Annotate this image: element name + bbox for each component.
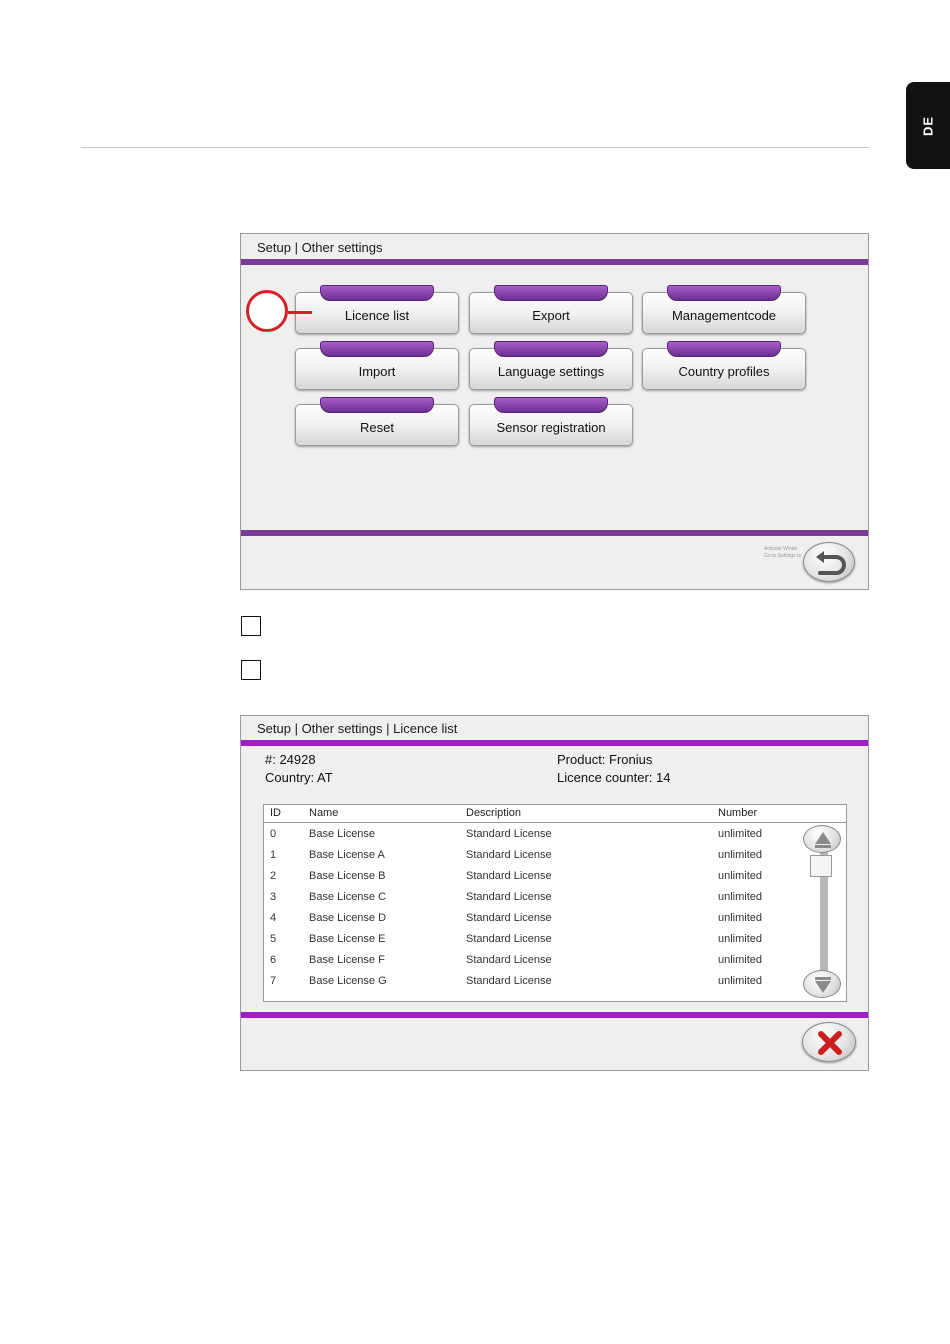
table-row[interactable]: 4 Base License D Standard License unlimi… <box>264 909 804 930</box>
licence-list-button[interactable]: Licence list <box>295 285 459 334</box>
header-divider <box>264 822 846 823</box>
header-bar <box>241 259 868 265</box>
cell-id: 3 <box>270 891 277 903</box>
table-row[interactable]: 6 Base License F Standard License unlimi… <box>264 951 804 972</box>
cell-description: Standard License <box>466 975 552 987</box>
licence-counter: Licence counter: 14 <box>557 770 671 785</box>
column-header-number: Number <box>718 807 758 819</box>
footer-bar <box>241 530 868 536</box>
cell-description: Standard License <box>466 954 552 966</box>
cell-description: Standard License <box>466 912 552 924</box>
country-value: Country: AT <box>265 770 333 785</box>
cell-id: 7 <box>270 975 277 987</box>
other-settings-screen: Setup | Other settings Licence list Expo… <box>240 233 869 590</box>
cell-id: 5 <box>270 933 277 945</box>
cell-id: 6 <box>270 954 277 966</box>
screen-title: Setup | Other settings | Licence list <box>257 721 458 736</box>
step-checkbox-1 <box>241 616 261 636</box>
scrollbar-thumb[interactable] <box>810 855 832 877</box>
watermark-text-2: Go to Settings to <box>764 553 802 559</box>
reset-button[interactable]: Reset <box>295 397 459 446</box>
scroll-down-button[interactable] <box>803 970 841 998</box>
cell-number: unlimited <box>718 912 763 924</box>
cell-name: Base License G <box>309 975 387 987</box>
cell-number: unlimited <box>718 828 763 840</box>
language-tab: DE <box>906 82 950 169</box>
scroll-up-button[interactable] <box>803 825 841 853</box>
table-row[interactable]: 0 Base License Standard License unlimite… <box>264 825 804 846</box>
column-header-name: Name <box>309 807 339 819</box>
cell-number: unlimited <box>718 975 763 987</box>
table-row[interactable]: 2 Base License B Standard License unlimi… <box>264 867 804 888</box>
close-button[interactable] <box>802 1022 856 1062</box>
cell-name: Base License B <box>309 870 386 882</box>
triangle-down-icon <box>815 977 831 993</box>
callout-line <box>288 311 312 314</box>
cell-description: Standard License <box>466 891 552 903</box>
table-row[interactable]: 7 Base License G Standard License unlimi… <box>264 972 804 993</box>
cell-description: Standard License <box>466 870 552 882</box>
table-row[interactable]: 5 Base License E Standard License unlimi… <box>264 930 804 951</box>
licence-table: ID Name Description Number 0 Base Licens… <box>263 804 847 1002</box>
cell-number: unlimited <box>718 954 763 966</box>
product-value: Product: Fronius <box>557 752 653 767</box>
cell-id: 4 <box>270 912 277 924</box>
back-button[interactable] <box>803 542 855 582</box>
cell-id: 0 <box>270 828 277 840</box>
column-header-id: ID <box>270 807 281 819</box>
sensor-registration-button[interactable]: Sensor registration <box>469 397 633 446</box>
import-button[interactable]: Import <box>295 341 459 390</box>
cell-number: unlimited <box>718 933 763 945</box>
cell-number: unlimited <box>718 870 763 882</box>
watermark-text: Activate Windo <box>764 546 798 552</box>
managementcode-button[interactable]: Managementcode <box>642 285 806 334</box>
header-bar <box>241 740 868 746</box>
back-arrow-icon <box>816 551 846 575</box>
triangle-up-icon <box>815 832 831 848</box>
table-row[interactable]: 1 Base License A Standard License unlimi… <box>264 846 804 867</box>
export-button[interactable]: Export <box>469 285 633 334</box>
callout-circle <box>246 290 288 332</box>
step-checkbox-2 <box>241 660 261 680</box>
cell-id: 2 <box>270 870 277 882</box>
screen-title: Setup | Other settings <box>257 240 383 255</box>
cell-description: Standard License <box>466 849 552 861</box>
language-tab-label: DE <box>920 115 936 136</box>
cell-number: unlimited <box>718 849 763 861</box>
cell-name: Base License E <box>309 933 386 945</box>
country-profiles-button[interactable]: Country profiles <box>642 341 806 390</box>
table-row[interactable]: 3 Base License C Standard License unlimi… <box>264 888 804 909</box>
cell-id: 1 <box>270 849 277 861</box>
header-rule <box>81 147 869 148</box>
licence-list-screen: Setup | Other settings | Licence list #:… <box>240 715 869 1071</box>
cell-number: unlimited <box>718 891 763 903</box>
serial-number: #: 24928 <box>265 752 316 767</box>
column-header-description: Description <box>466 807 522 819</box>
cell-name: Base License F <box>309 954 385 966</box>
cell-name: Base License D <box>309 912 387 924</box>
language-settings-button[interactable]: Language settings <box>469 341 633 390</box>
cell-name: Base License <box>309 828 376 840</box>
close-x-icon <box>818 1031 842 1055</box>
footer-bar <box>241 1012 868 1018</box>
cell-description: Standard License <box>466 933 552 945</box>
cell-name: Base License C <box>309 891 387 903</box>
cell-description: Standard License <box>466 828 552 840</box>
cell-name: Base License A <box>309 849 385 861</box>
